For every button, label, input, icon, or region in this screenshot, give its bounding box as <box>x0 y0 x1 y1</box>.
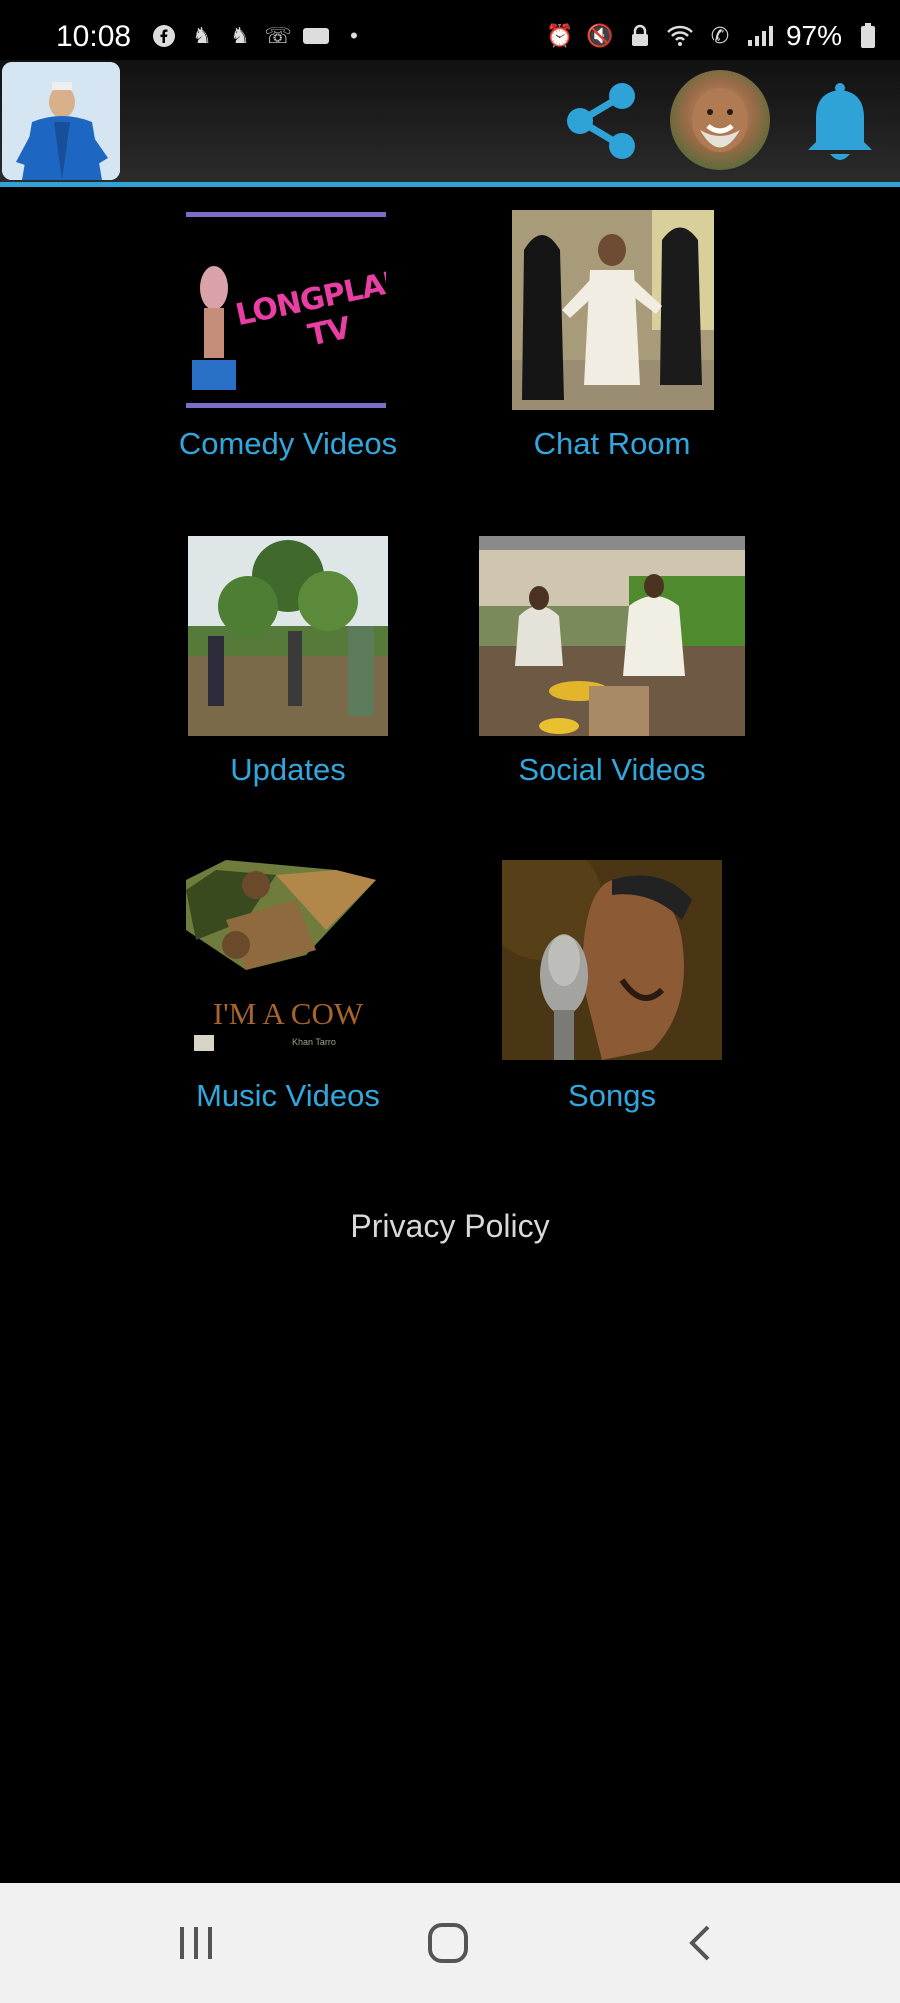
status-left-icons: ♞ ♞ ☏ • <box>150 22 368 50</box>
social-videos-label[interactable]: Social Videos <box>518 752 705 788</box>
chat-room-thumbnail[interactable] <box>512 210 714 410</box>
voicemail-icon: ☏ <box>264 23 292 48</box>
home-icon[interactable] <box>418 1913 478 1973</box>
horse-icon: ♞ <box>230 23 250 48</box>
share-icon[interactable] <box>556 76 646 166</box>
music-thumb-subtitle: Khan Tarro <box>292 1037 336 1047</box>
facebook-icon <box>150 22 178 50</box>
battery-level: 97% <box>785 20 842 51</box>
system-nav-bar <box>0 1883 900 2003</box>
comedy-videos-label[interactable]: Comedy Videos <box>179 426 397 462</box>
alarm-icon: ⏰ <box>546 23 574 48</box>
songs-label[interactable]: Songs <box>568 1078 656 1114</box>
battery-icon <box>854 22 882 50</box>
app-bar <box>0 60 900 187</box>
badge-icon <box>302 22 330 50</box>
privacy-policy-link[interactable]: Privacy Policy <box>350 1208 549 1245</box>
chat-room-label[interactable]: Chat Room <box>534 426 691 462</box>
status-time: 10:08 <box>56 20 132 53</box>
call-icon: ✆ <box>710 23 730 48</box>
back-icon[interactable] <box>670 1913 730 1973</box>
updates-label[interactable]: Updates <box>230 752 345 788</box>
profile-avatar[interactable] <box>670 70 770 170</box>
horse-icon: ♞ <box>192 23 212 48</box>
lock-icon <box>626 22 654 50</box>
music-thumb-title: I'M A COW <box>212 996 364 1031</box>
music-videos-thumbnail[interactable]: I'M A COW Khan Tarro <box>186 860 386 1060</box>
dot-icon: • <box>350 23 358 48</box>
songs-thumbnail[interactable] <box>502 860 722 1060</box>
mute-icon: 🔇 <box>586 23 614 48</box>
comedy-videos-thumbnail[interactable]: LONGPLAN TV <box>186 210 386 410</box>
signal-icon <box>746 22 774 50</box>
recents-icon[interactable] <box>166 1913 226 1973</box>
wifi-icon <box>666 22 694 50</box>
music-videos-label[interactable]: Music Videos <box>196 1078 380 1114</box>
app-logo[interactable] <box>2 62 120 180</box>
social-videos-thumbnail[interactable] <box>479 536 745 736</box>
status-right-icons: ⏰ 🔇 ✆ 97% <box>546 20 882 52</box>
updates-thumbnail[interactable] <box>188 536 388 736</box>
bell-icon[interactable] <box>800 76 880 166</box>
